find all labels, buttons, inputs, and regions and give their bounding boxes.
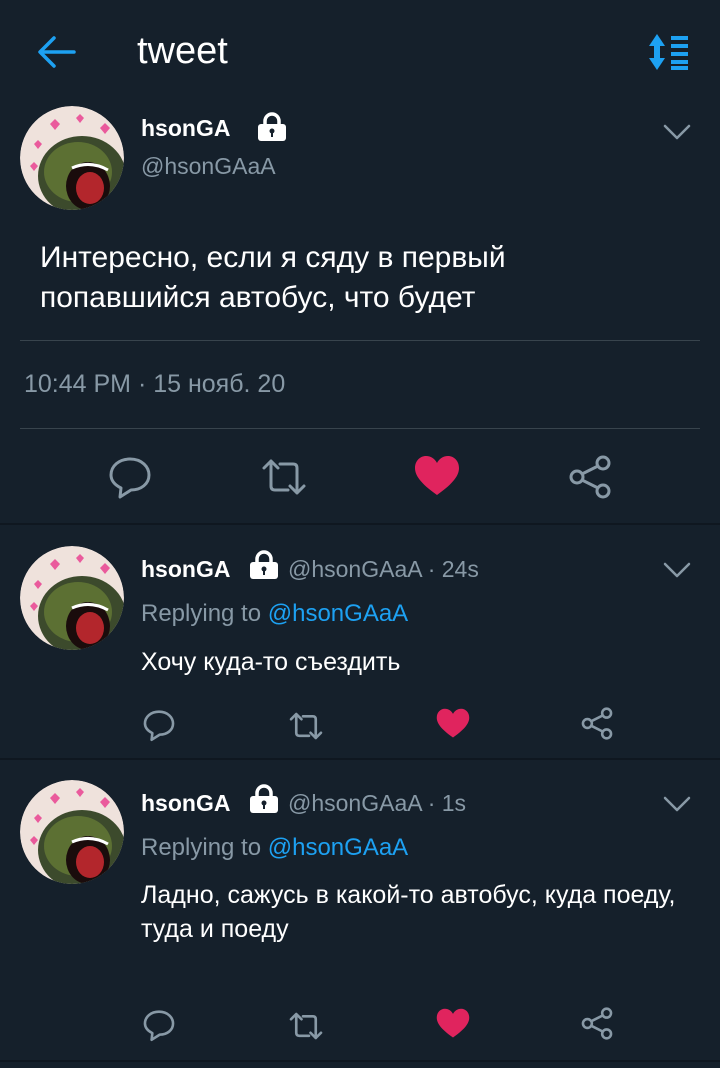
avatar[interactable]: [20, 106, 124, 210]
display-name[interactable]: hsonGA: [141, 790, 230, 817]
retweet-icon[interactable]: [288, 1010, 324, 1042]
replying-to: Replying to @hsonGAaA: [141, 834, 408, 862]
divider: [20, 428, 700, 429]
replying-to-label: Replying to: [141, 600, 268, 627]
share-icon[interactable]: [580, 1007, 614, 1040]
replying-to: Replying to @hsonGAaA: [141, 600, 408, 628]
top-bar: tweet: [0, 0, 720, 100]
avatar[interactable]: [20, 780, 124, 884]
divider: [20, 340, 700, 341]
share-icon[interactable]: [580, 707, 614, 740]
chevron-down-icon[interactable]: [662, 794, 692, 814]
chevron-down-icon[interactable]: [662, 560, 692, 580]
lock-icon: [258, 112, 286, 141]
section-divider: [0, 1060, 720, 1062]
handle[interactable]: @hsonGAaA: [141, 153, 276, 180]
back-arrow-icon[interactable]: [36, 34, 76, 70]
retweet-icon[interactable]: [260, 456, 308, 498]
reply-icon[interactable]: [142, 1008, 176, 1042]
reply-icon[interactable]: [142, 708, 176, 742]
lock-icon: [250, 784, 278, 813]
timestamp[interactable]: 10:44 PM · 15 нояб. 20: [24, 370, 285, 399]
avatar[interactable]: [20, 546, 124, 650]
tweet-text: Хочу куда-то съездить: [141, 648, 401, 676]
handle-time[interactable]: @hsonGAaA · 24s: [288, 556, 479, 583]
like-icon[interactable]: [436, 708, 470, 739]
chevron-down-icon[interactable]: [662, 122, 692, 142]
tweet-text: Интересно, если я сяду в первый попавший…: [40, 241, 506, 314]
mention-link[interactable]: @hsonGAaA: [268, 600, 408, 627]
page-title: tweet: [137, 30, 228, 72]
tweet-text: Ладно, сажусь в какой-то автобус, куда п…: [141, 881, 676, 943]
mention-link[interactable]: @hsonGAaA: [268, 834, 408, 861]
section-divider: [0, 758, 720, 760]
sort-icon[interactable]: [646, 32, 690, 72]
replying-to-label: Replying to: [141, 834, 268, 861]
display-name[interactable]: hsonGA: [141, 115, 230, 142]
section-divider: [0, 523, 720, 525]
reply-icon[interactable]: [107, 454, 153, 500]
display-name[interactable]: hsonGA: [141, 556, 230, 583]
lock-icon: [250, 550, 278, 579]
retweet-icon[interactable]: [288, 710, 324, 742]
handle-time[interactable]: @hsonGAaA · 1s: [288, 790, 466, 817]
like-icon[interactable]: [436, 1008, 470, 1039]
like-icon[interactable]: [414, 455, 460, 497]
share-icon[interactable]: [567, 455, 613, 499]
